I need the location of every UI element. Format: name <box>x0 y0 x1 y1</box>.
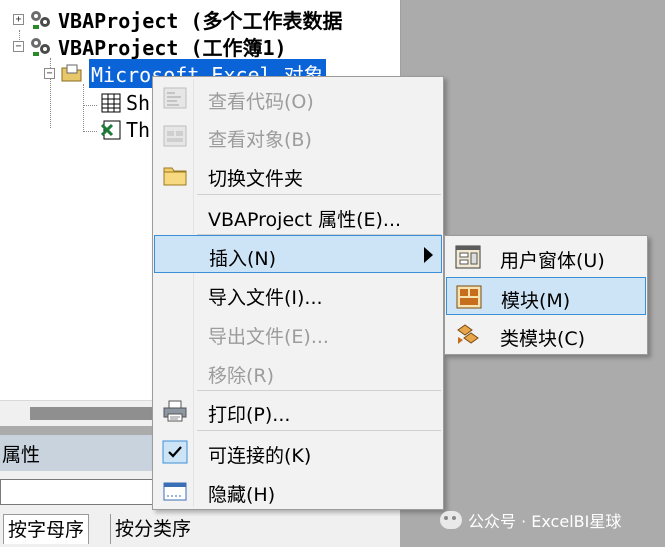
tree-node-project-2[interactable]: − VBAProject (工作簿1) <box>13 33 287 60</box>
printer-icon <box>163 400 187 422</box>
menu-item-project-properties[interactable]: VBAProject 属性(E)... <box>154 197 442 235</box>
open-folder-icon <box>61 64 82 82</box>
menu-separator <box>197 430 441 431</box>
submenu-arrow-icon <box>424 247 433 263</box>
properties-title: 属性 <box>2 444 41 466</box>
tree-guide-line <box>83 84 84 132</box>
tree-node-sheet[interactable]: Sh <box>100 90 150 116</box>
view-object-icon <box>163 125 187 147</box>
userform-icon <box>455 245 481 269</box>
menu-separator <box>197 194 441 195</box>
tree-guide-line <box>83 105 97 106</box>
menu-item-label: 插入(N) <box>209 248 277 270</box>
submenu-item-class-module[interactable]: 类模块(C) <box>446 316 646 354</box>
collapse-icon[interactable]: − <box>44 67 55 79</box>
vba-project-icon <box>31 38 50 56</box>
menu-item-label: 查看对象(B) <box>208 129 312 151</box>
tab-categorized[interactable]: 按分类序 <box>110 514 195 544</box>
menu-item-remove[interactable]: 移除(R) <box>154 353 442 391</box>
module-icon <box>456 285 482 309</box>
submenu-item-userform[interactable]: 用户窗体(U) <box>446 238 646 276</box>
menu-item-dockable[interactable]: 可连接的(K) <box>154 433 442 471</box>
folder-icon <box>163 167 187 186</box>
watermark-text: 公众号 · ExcelBI星球 <box>468 512 622 531</box>
menu-separator <box>197 390 441 391</box>
check-icon <box>162 440 188 464</box>
wechat-icon <box>440 511 462 529</box>
menu-item-label: 查看代码(O) <box>208 91 314 113</box>
context-menu: 查看代码(O) 查看对象(B) 切换文件夹 VBAProject 属性(E)..… <box>152 76 444 510</box>
tree-node-label: VBAProject (工作簿1) <box>58 35 287 60</box>
view-code-icon <box>163 87 187 109</box>
insert-submenu: 用户窗体(U) 模块(M) 类模块(C) <box>444 235 648 355</box>
menu-item-label: 可连接的(K) <box>208 445 312 467</box>
submenu-item-module[interactable]: 模块(M) <box>446 277 646 315</box>
tree-guide-line <box>83 131 97 132</box>
hide-window-icon <box>163 482 187 501</box>
menu-item-view-object[interactable]: 查看对象(B) <box>154 117 442 155</box>
menu-item-import-file[interactable]: 导入文件(I)... <box>154 275 442 313</box>
submenu-item-label: 用户窗体(U) <box>500 250 605 272</box>
menu-item-hide[interactable]: 隐藏(H) <box>154 472 442 510</box>
menu-item-label: 导入文件(I)... <box>208 287 323 309</box>
tree-node-label: Sh <box>126 91 151 115</box>
expand-icon[interactable]: + <box>13 13 24 25</box>
menu-item-print[interactable]: 打印(P)... <box>154 392 442 430</box>
menu-item-insert[interactable]: 插入(N) <box>154 235 442 273</box>
menu-item-view-code[interactable]: 查看代码(O) <box>154 79 442 117</box>
worksheet-icon <box>101 93 121 113</box>
vba-project-icon <box>31 11 50 29</box>
menu-item-label: VBAProject 属性(E)... <box>208 209 402 231</box>
scrollbar-thumb[interactable] <box>30 407 155 420</box>
menu-item-label: 切换文件夹 <box>208 168 304 190</box>
menu-item-export-file[interactable]: 导出文件(E)... <box>154 314 442 352</box>
submenu-item-label: 类模块(C) <box>500 328 586 350</box>
menu-item-toggle-folders[interactable]: 切换文件夹 <box>154 156 442 194</box>
menu-item-label: 导出文件(E)... <box>208 326 329 348</box>
tab-alphabetic[interactable]: 按字母序 <box>3 514 90 544</box>
tree-node-label: Th <box>126 118 151 142</box>
class-module-icon <box>457 324 479 344</box>
workbook-icon <box>100 120 121 140</box>
collapse-icon[interactable]: − <box>13 40 24 52</box>
watermark: 公众号 · ExcelBI星球 <box>440 508 621 532</box>
tree-node-project-1[interactable]: + VBAProject (多个工作表数据 <box>13 6 343 33</box>
menu-item-label: 移除(R) <box>208 365 275 387</box>
menu-item-label: 打印(P)... <box>208 404 291 426</box>
submenu-item-label: 模块(M) <box>501 290 571 312</box>
tree-node-label: VBAProject (多个工作表数据 <box>58 8 343 33</box>
tree-node-thisworkbook[interactable]: Th <box>100 117 150 143</box>
menu-item-label: 隐藏(H) <box>208 484 276 506</box>
